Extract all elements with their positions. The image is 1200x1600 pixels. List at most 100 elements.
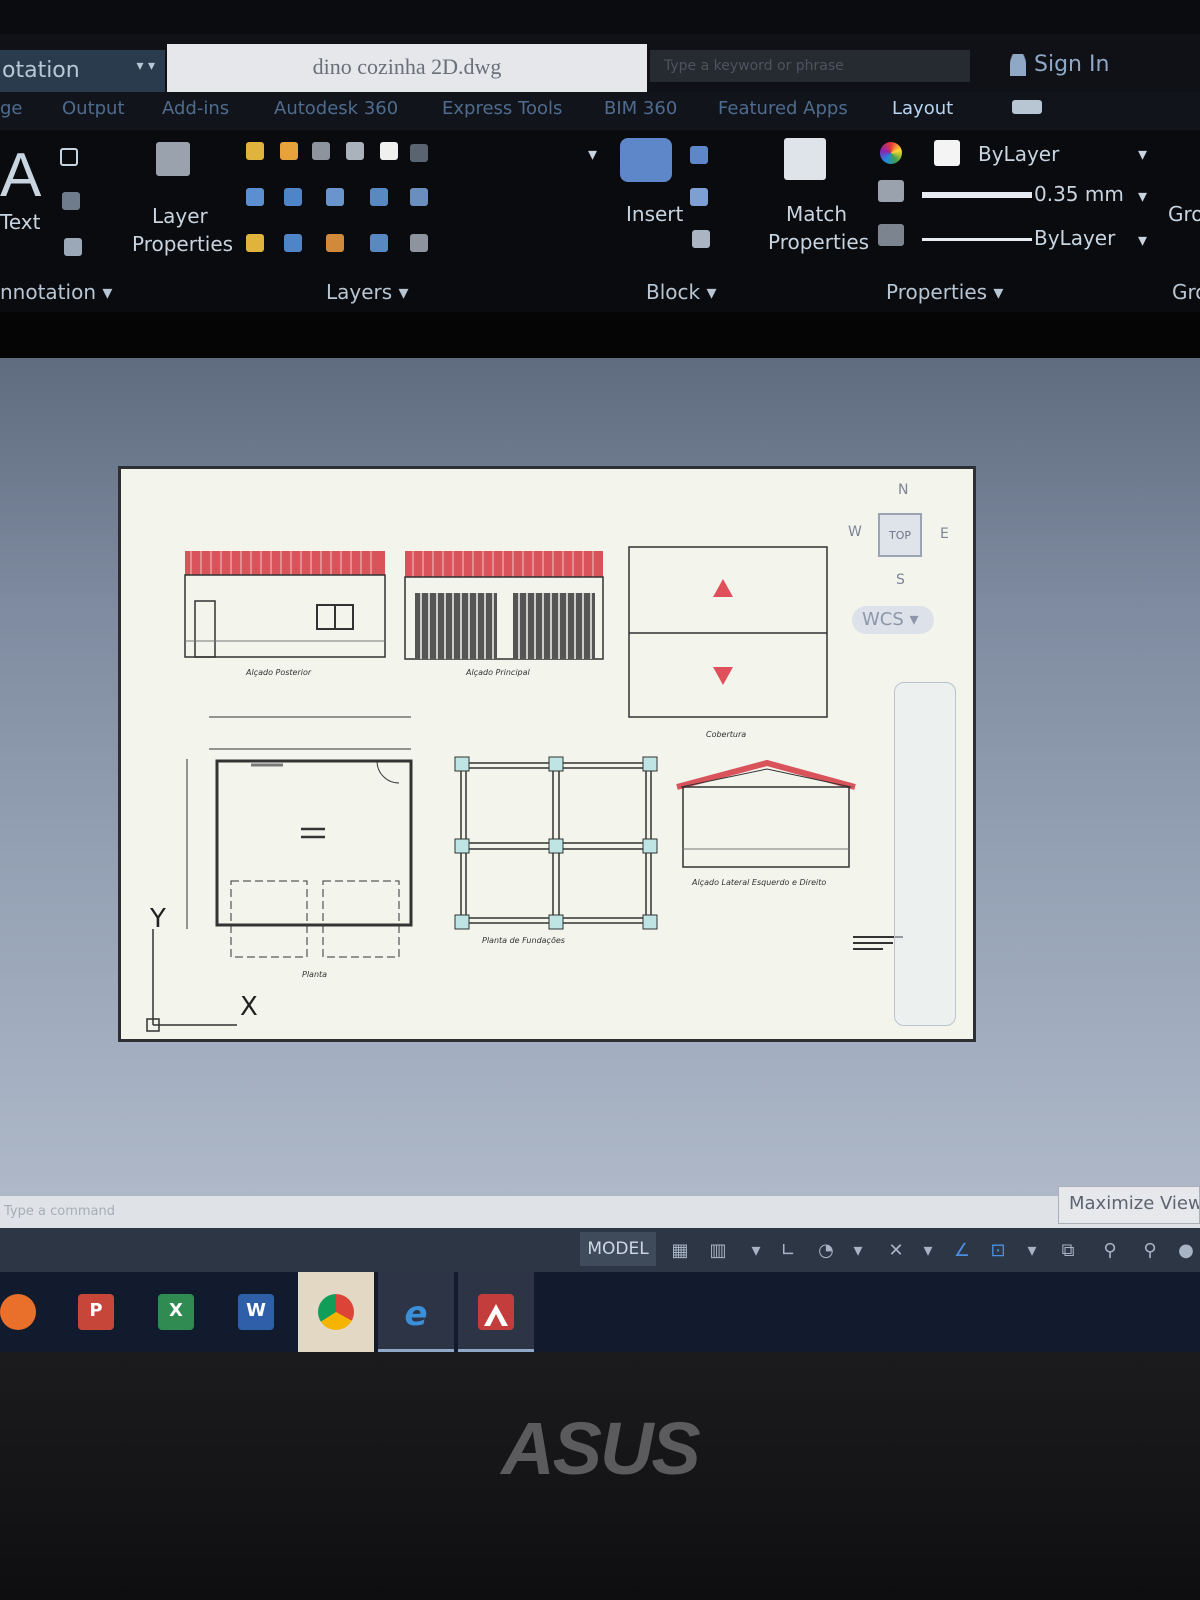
- panel-layers[interactable]: Layers ▾: [326, 280, 409, 304]
- layer-delete-icon[interactable]: [410, 234, 428, 252]
- workspace-dropdown-icon[interactable]: ▾: [1020, 1240, 1044, 1261]
- linetype-value[interactable]: ByLayer: [1034, 226, 1115, 250]
- layer-thaw-icon[interactable]: [284, 234, 302, 252]
- navigation-bar[interactable]: [894, 682, 956, 1026]
- osnap-icon[interactable]: ✕: [884, 1240, 908, 1261]
- annotation-visibility-icon[interactable]: ⚲: [1098, 1240, 1122, 1261]
- panel-properties[interactable]: Properties ▾: [886, 280, 1003, 304]
- layer-copy-icon[interactable]: [370, 234, 388, 252]
- tab-featured-apps[interactable]: Featured Apps: [718, 98, 848, 119]
- workspace-switcher[interactable]: otation ▾ ▾: [0, 50, 165, 92]
- drawing-canvas[interactable]: Alçado Posterior Alçado Principal Cobert…: [0, 358, 1200, 1196]
- lock-icon[interactable]: [312, 142, 330, 160]
- search-input[interactable]: Type a keyword or phrase: [650, 50, 970, 82]
- edit-block-icon[interactable]: [690, 188, 708, 206]
- linetype-dropdown-icon[interactable]: ▾: [1138, 230, 1147, 251]
- panel-groups[interactable]: Gro: [1172, 280, 1200, 304]
- panel-layers-label: Layers: [326, 280, 393, 304]
- layer-unisolate-icon[interactable]: [246, 234, 264, 252]
- model-space-button[interactable]: MODEL: [580, 1232, 656, 1266]
- layer-isolate-icon[interactable]: [246, 188, 264, 206]
- windows-taskbar: P X W e: [0, 1272, 1200, 1352]
- polar-icon[interactable]: ◔: [814, 1240, 838, 1261]
- layout-sheet[interactable]: [118, 466, 976, 1042]
- bulb-icon[interactable]: [246, 142, 264, 160]
- edit-attributes-icon[interactable]: [692, 230, 710, 248]
- text-tool-icon[interactable]: A: [0, 140, 41, 211]
- snap-icon[interactable]: ▥: [706, 1240, 730, 1261]
- text-tool-label[interactable]: Text: [0, 210, 40, 234]
- osnap-dropdown-icon[interactable]: ▾: [916, 1240, 940, 1261]
- layer-merge-icon[interactable]: [410, 188, 428, 206]
- viewcube-east[interactable]: E: [940, 526, 949, 542]
- tab-view[interactable]: ge: [0, 98, 23, 119]
- panel-annotation[interactable]: nnotation ▾: [0, 280, 112, 304]
- annotation-scale-icon[interactable]: ∠: [950, 1240, 974, 1261]
- viewcube-south[interactable]: S: [896, 572, 905, 588]
- layer-lock-icon[interactable]: [326, 234, 344, 252]
- user-icon[interactable]: ●: [1174, 1240, 1198, 1261]
- taskbar-internet-explorer[interactable]: e: [378, 1272, 454, 1352]
- table-icon[interactable]: [64, 238, 82, 256]
- document-tab-title[interactable]: dino cozinha 2D.dwg: [167, 44, 647, 92]
- wcs-dropdown[interactable]: WCS ▾: [852, 606, 934, 634]
- layer-walk-icon[interactable]: [370, 188, 388, 206]
- group-label-partial[interactable]: Gro: [1168, 202, 1200, 226]
- viewcube-top-face[interactable]: TOP: [878, 513, 922, 557]
- layer-properties-label-line2[interactable]: Properties: [132, 232, 233, 256]
- color-dropdown-icon[interactable]: ▾: [1138, 144, 1147, 165]
- color-wheel-icon[interactable]: [880, 142, 902, 164]
- layer-properties-label-line1[interactable]: Layer: [152, 204, 208, 228]
- auto-scale-icon[interactable]: ⚲: [1138, 1240, 1162, 1261]
- word-icon: W: [238, 1294, 274, 1330]
- snap-dropdown-icon[interactable]: ▾: [744, 1240, 768, 1261]
- caption-side-elevation: Alçado Lateral Esquerdo e Direito: [692, 878, 827, 887]
- lineweight-value[interactable]: 0.35 mm: [1034, 182, 1124, 206]
- chevron-down-icon[interactable]: ▾: [588, 144, 597, 165]
- insert-label[interactable]: Insert: [626, 202, 683, 226]
- maximize-viewport-icon[interactable]: ⧉: [1056, 1240, 1080, 1261]
- layer-freeze-icon[interactable]: [284, 188, 302, 206]
- match-properties-icon[interactable]: [784, 138, 826, 180]
- layer-state-icon[interactable]: [346, 142, 364, 160]
- color-value[interactable]: ByLayer: [978, 142, 1059, 166]
- tab-output[interactable]: Output: [62, 98, 125, 119]
- layer-properties-icon[interactable]: [156, 142, 190, 176]
- lineweight-icon[interactable]: [878, 180, 904, 202]
- match-properties-label-line2[interactable]: Properties: [768, 230, 869, 254]
- viewcube-north[interactable]: N: [898, 482, 908, 498]
- taskbar-autocad[interactable]: [458, 1272, 534, 1352]
- dropdown-arrow-icon[interactable]: ▾ ▾: [136, 58, 155, 74]
- color-square-icon[interactable]: [380, 142, 398, 160]
- layer-match-icon[interactable]: [326, 188, 344, 206]
- panel-block[interactable]: Block ▾: [646, 280, 717, 304]
- dimension-icon[interactable]: [60, 148, 78, 166]
- match-properties-label-line1[interactable]: Match: [786, 202, 847, 226]
- taskbar-excel[interactable]: X: [138, 1272, 214, 1352]
- layer-off-icon[interactable]: [410, 144, 428, 162]
- ortho-icon[interactable]: ∟: [776, 1240, 800, 1261]
- grid-icon[interactable]: ▦: [668, 1240, 692, 1261]
- lineweight-dropdown-icon[interactable]: ▾: [1138, 186, 1147, 207]
- taskbar-chrome[interactable]: [298, 1272, 374, 1352]
- tab-autodesk-360[interactable]: Autodesk 360: [274, 98, 398, 119]
- caption-floor-plan: Planta: [302, 970, 328, 979]
- color-swatch-icon: [934, 140, 960, 166]
- tab-layout[interactable]: Layout: [892, 98, 953, 119]
- sign-in-button[interactable]: Sign In: [1010, 52, 1109, 77]
- taskbar-powerpoint[interactable]: P: [58, 1272, 134, 1352]
- command-line[interactable]: Type a command: [0, 1196, 1200, 1228]
- create-block-icon[interactable]: [690, 146, 708, 164]
- tab-express-tools[interactable]: Express Tools: [442, 98, 562, 119]
- taskbar-word[interactable]: W: [218, 1272, 294, 1352]
- sun-icon[interactable]: [280, 142, 298, 160]
- workspace-icon[interactable]: ⊡: [986, 1240, 1010, 1261]
- tab-add-ins[interactable]: Add-ins: [162, 98, 229, 119]
- insert-block-icon[interactable]: [620, 138, 672, 182]
- linetype-icon[interactable]: [878, 224, 904, 246]
- viewcube-west[interactable]: W: [848, 524, 862, 540]
- tab-bim-360[interactable]: BIM 360: [604, 98, 677, 119]
- polar-dropdown-icon[interactable]: ▾: [846, 1240, 870, 1261]
- leader-icon[interactable]: [62, 192, 80, 210]
- ribbon-options-icon[interactable]: [1012, 100, 1042, 114]
